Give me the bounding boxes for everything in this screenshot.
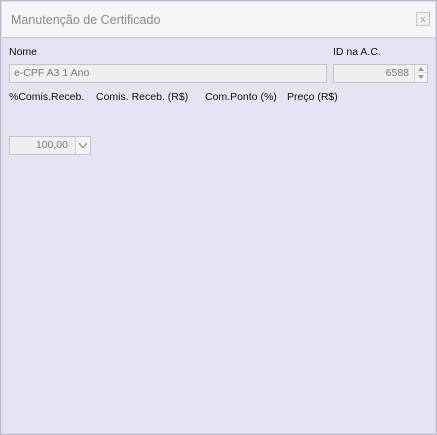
label-comis-receb-val: Comis. Receb. (R$) bbox=[96, 91, 189, 103]
chevron-down-icon[interactable] bbox=[75, 137, 90, 154]
form-area: Nome ID na A.C. e-CPF A3 1 Ano 6588 %Com… bbox=[3, 39, 434, 433]
comis-receb-pct-select[interactable]: 100,00 bbox=[9, 136, 91, 155]
label-nome: Nome bbox=[9, 46, 38, 58]
title-bar: Manutenção de Certificado x bbox=[2, 2, 435, 38]
label-id-ac: ID na A.C. bbox=[333, 46, 381, 58]
label-com-ponto: Com.Ponto (%) bbox=[205, 91, 277, 103]
dialog-title: Manutenção de Certificado bbox=[11, 13, 161, 27]
spin-down-icon[interactable] bbox=[415, 73, 427, 81]
id-ac-field[interactable]: 6588 bbox=[333, 64, 428, 83]
label-preco: Preço (R$) bbox=[287, 91, 338, 103]
close-icon[interactable]: x bbox=[416, 12, 430, 26]
nome-field[interactable]: e-CPF A3 1 Ano bbox=[9, 64, 327, 83]
spin-up-icon[interactable] bbox=[415, 65, 427, 73]
certificate-dialog: Manutenção de Certificado x Nome ID na A… bbox=[0, 0, 437, 435]
id-ac-spinner[interactable] bbox=[414, 65, 427, 82]
label-comis-receb-pct: %Comis.Receb. bbox=[9, 91, 85, 103]
